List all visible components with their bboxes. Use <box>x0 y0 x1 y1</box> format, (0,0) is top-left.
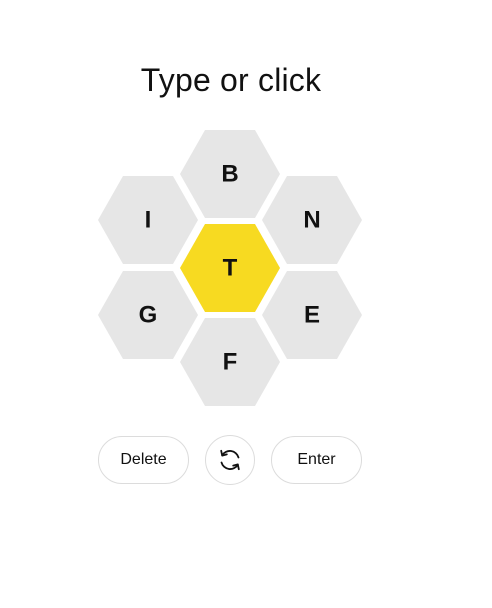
shuffle-icon <box>220 449 240 471</box>
cell-upper-left[interactable]: I <box>98 176 198 264</box>
controls-bar: Delete Enter <box>98 435 362 485</box>
cell-bottom[interactable]: F <box>180 318 280 406</box>
cell-upper-right[interactable]: N <box>262 176 362 264</box>
cell-center-shape <box>180 224 280 312</box>
cell-lower-left[interactable]: G <box>98 271 198 359</box>
cell-top[interactable]: B <box>180 130 280 218</box>
cell-lower-right-shape <box>262 271 362 359</box>
cell-upper-right-shape <box>262 176 362 264</box>
cell-upper-left-shape <box>98 176 198 264</box>
cell-lower-left-shape <box>98 271 198 359</box>
cell-lower-right[interactable]: E <box>262 271 362 359</box>
cell-center[interactable]: T <box>180 224 280 312</box>
prompt-title: Type or click <box>140 62 322 98</box>
delete-button[interactable]: Delete <box>98 436 189 484</box>
shuffle-button[interactable] <box>205 435 255 485</box>
enter-button[interactable]: Enter <box>271 436 362 484</box>
cell-top-shape <box>180 130 280 218</box>
cell-bottom-shape <box>180 318 280 406</box>
